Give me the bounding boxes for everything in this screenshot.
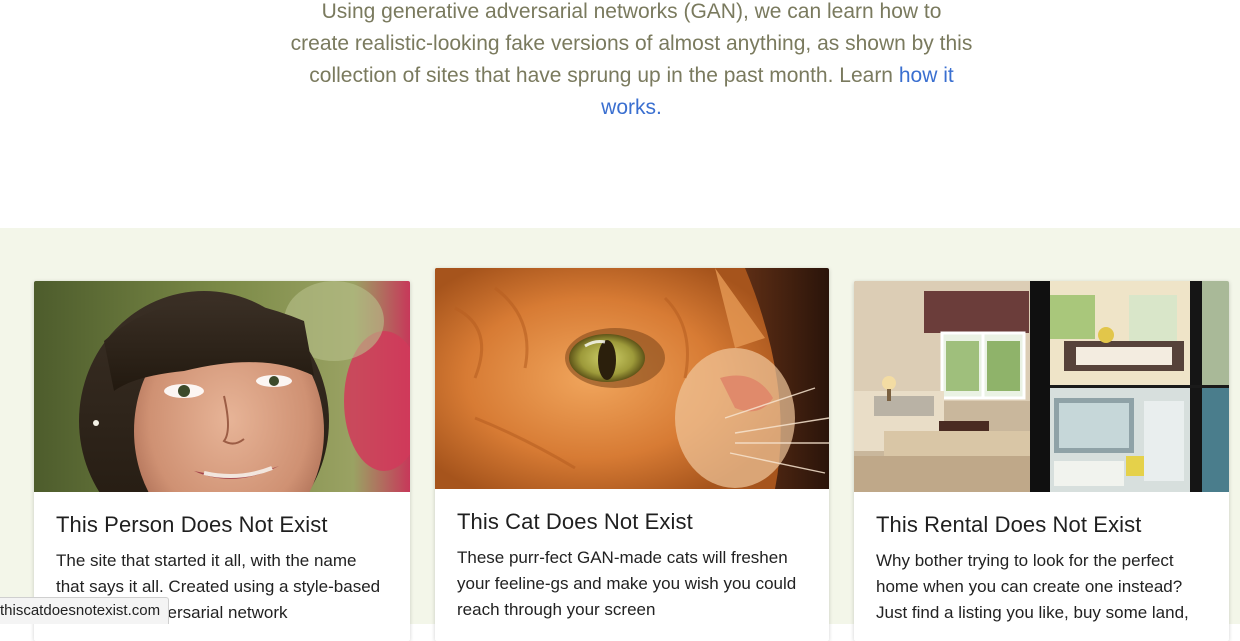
person-image[interactable] <box>34 281 410 492</box>
card-title[interactable]: This Person Does Not Exist <box>56 512 388 538</box>
intro-paragraph: Using generative adversarial networks (G… <box>290 0 973 124</box>
link-status-bar: thiscatdoesnotexist.com <box>0 597 170 624</box>
status-url: thiscatdoesnotexist.com <box>0 602 161 619</box>
card-rental-body: This Rental Does Not Exist Why bother tr… <box>854 492 1229 626</box>
card-rental[interactable]: This Rental Does Not Exist Why bother tr… <box>854 281 1229 641</box>
card-person[interactable]: This Person Does Not Exist The site that… <box>34 281 410 641</box>
card-title[interactable]: This Cat Does Not Exist <box>457 509 807 535</box>
intro-text: Using generative adversarial networks (G… <box>290 0 973 87</box>
cat-image[interactable] <box>435 268 829 489</box>
intro-section: Using generative adversarial networks (G… <box>0 0 1240 228</box>
rental-image[interactable] <box>854 281 1229 492</box>
card-description: These purr-fect GAN-made cats will fresh… <box>457 548 797 619</box>
card-description: Why bother trying to look for the perfec… <box>876 551 1189 622</box>
card-cat-body: This Cat Does Not Exist These purr-fect … <box>435 489 829 623</box>
card-title[interactable]: This Rental Does Not Exist <box>876 512 1207 538</box>
card-cat[interactable]: This Cat Does Not Exist These purr-fect … <box>435 268 829 641</box>
